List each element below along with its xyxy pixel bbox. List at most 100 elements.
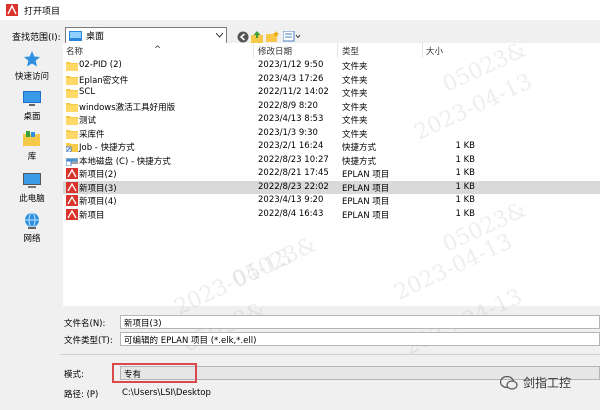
file-type: EPLAN 项目 <box>342 170 390 180</box>
file-date: 2022/8/9 8:20 <box>258 100 318 111</box>
file-row[interactable]: Eplan密文件 2023/4/3 17:26 文件夹 <box>63 73 600 87</box>
network-icon <box>25 212 39 229</box>
file-type: 文件夹 <box>342 116 368 126</box>
look-in-value: 桌面 <box>86 32 105 42</box>
up-folder-icon <box>251 30 263 43</box>
look-in-dropdown[interactable]: 桌面 <box>65 27 227 44</box>
view-menu-button[interactable] <box>282 29 302 44</box>
column-header-row: 名称 ^ 修改日期 类型 大小 <box>63 43 600 58</box>
up-folder-button[interactable] <box>250 29 265 44</box>
mode-highlight-box <box>112 363 197 383</box>
file-size: 1 KB <box>455 154 475 165</box>
file-row[interactable]: 新项目(2) 2022/8/21 17:45 EPLAN 项目 1 KB <box>63 167 600 181</box>
look-in-label: 查找范围(I): <box>12 33 61 43</box>
eplan-app-icon <box>6 4 18 16</box>
back-button[interactable] <box>235 29 250 44</box>
mode-label: 模式: <box>64 370 84 380</box>
file-name: 02-PID (2) <box>79 60 122 70</box>
file-size: 1 KB <box>455 168 475 178</box>
file-type: 文件夹 <box>342 75 368 86</box>
shortcut-icon <box>65 141 78 153</box>
place-network[interactable]: 网络 <box>3 212 61 254</box>
file-type: 文件夹 <box>342 62 368 72</box>
file-type: 文件夹 <box>342 102 368 113</box>
file-name: 本地磁盘 (C) - 快捷方式 <box>79 156 171 167</box>
file-row[interactable]: 新项目 2022/8/4 16:43 EPLAN 项目 1 KB <box>63 208 600 222</box>
file-date: 2023/4/13 9:20 <box>258 195 324 205</box>
column-name[interactable]: 名称 <box>66 45 83 57</box>
folder-icon <box>66 60 78 71</box>
filename-label: 文件名(N): <box>64 319 106 329</box>
file-type: EPLAN 项目 <box>342 210 390 221</box>
divider <box>60 354 600 355</box>
file-date: 2022/11/2 14:02 <box>258 87 329 97</box>
folder-icon <box>66 128 78 139</box>
file-list[interactable]: 名称 ^ 修改日期 类型 大小 02-PID (2) 2023/1/12 9:50… <box>63 43 600 306</box>
file-row[interactable]: 采库件 2023/1/3 9:30 文件夹 <box>63 127 600 141</box>
place-desktop[interactable]: 桌面 <box>3 90 61 132</box>
file-name: Eplan密文件 <box>79 75 129 86</box>
chevron-down-icon <box>216 33 223 38</box>
file-row[interactable]: windows激活工具好用版 2022/8/9 8:20 文件夹 <box>63 100 600 114</box>
file-date: 2023/4/13 8:53 <box>258 114 324 124</box>
path-hotkey: (P) <box>86 390 99 400</box>
folder-icon <box>66 74 78 85</box>
eplan-icon <box>66 181 78 193</box>
file-date: 2023/2/1 16:24 <box>258 141 324 151</box>
file-type: 文件夹 <box>342 129 368 140</box>
column-size[interactable]: 大小 <box>426 45 443 57</box>
path-value: C:\Users\LSI\Desktop <box>122 388 211 398</box>
place-this-pc[interactable]: 此电脑 <box>3 172 61 214</box>
file-row[interactable]: Job - 快捷方式 2023/2/1 16:24 快捷方式 1 KB <box>63 140 600 154</box>
file-row[interactable]: 新项目(4) 2023/4/13 9:20 EPLAN 项目 1 KB <box>63 194 600 208</box>
eplan-icon <box>66 168 78 179</box>
brand-watermark: 剑指工控 <box>500 374 571 391</box>
dialog-fields: 文件名(N): 新项目(3) 文件类型(T): 可编辑的 EPLAN 项目 (*… <box>0 306 600 410</box>
file-date: 2023/4/3 17:26 <box>258 73 324 84</box>
file-name: SCL <box>79 87 96 97</box>
library-icon <box>23 131 40 146</box>
folder-icon <box>66 101 78 112</box>
place-library[interactable]: 库 <box>3 130 61 172</box>
file-size: 1 KB <box>455 208 475 219</box>
column-type[interactable]: 类型 <box>342 45 359 57</box>
folder-icon <box>66 87 78 98</box>
place-label: 桌面 <box>23 112 41 122</box>
column-separator[interactable] <box>337 43 338 58</box>
folder-icon <box>66 114 78 125</box>
file-size: 1 KB <box>455 181 475 192</box>
filename-input[interactable]: 新项目(3) <box>120 315 600 329</box>
file-name: 新项目(3) <box>79 183 117 194</box>
desktop-icon <box>23 91 41 106</box>
file-date: 2023/1/12 9:50 <box>258 60 324 70</box>
file-name: windows激活工具好用版 <box>79 102 176 113</box>
computer-icon <box>23 173 41 188</box>
column-separator[interactable] <box>422 43 423 58</box>
file-type: EPLAN 项目 <box>342 197 390 207</box>
file-name: 新项目(2) <box>79 170 117 180</box>
file-date: 2022/8/4 16:43 <box>258 208 324 219</box>
file-name: 新项目 <box>79 210 105 221</box>
column-separator[interactable] <box>253 43 254 58</box>
wechat-icon <box>500 375 518 390</box>
file-row[interactable]: 新项目(3) 2022/8/23 22:02 EPLAN 项目 1 KB <box>63 180 600 194</box>
file-row[interactable]: SCL 2022/11/2 14:02 文件夹 <box>63 86 600 100</box>
file-row[interactable]: 02-PID (2) 2023/1/12 9:50 文件夹 <box>63 59 600 73</box>
eplan-icon <box>66 208 78 220</box>
file-type: 文件夹 <box>342 89 368 99</box>
place-label: 网络 <box>23 234 41 244</box>
file-size: 1 KB <box>455 195 475 205</box>
file-type: EPLAN 项目 <box>342 183 390 194</box>
file-row[interactable]: 本地磁盘 (C) - 快捷方式 2022/8/23 10:27 快捷方式 1 KB <box>63 154 600 168</box>
new-folder-icon <box>266 30 279 42</box>
file-row[interactable]: 测试 2023/4/13 8:53 文件夹 <box>63 113 600 127</box>
filetype-select[interactable]: 可编辑的 EPLAN 项目 (*.elk,*.ell) <box>120 332 600 346</box>
file-date: 2022/8/23 10:27 <box>258 154 329 165</box>
star-icon <box>24 51 40 67</box>
place-quick-access[interactable]: 快速访问 <box>3 50 61 92</box>
path-label: 路径: (P) <box>64 390 99 400</box>
file-date: 2023/1/3 9:30 <box>258 127 318 138</box>
new-folder-button[interactable] <box>265 29 280 44</box>
filetype-label: 文件类型(T): <box>64 336 113 346</box>
column-date[interactable]: 修改日期 <box>258 45 292 57</box>
